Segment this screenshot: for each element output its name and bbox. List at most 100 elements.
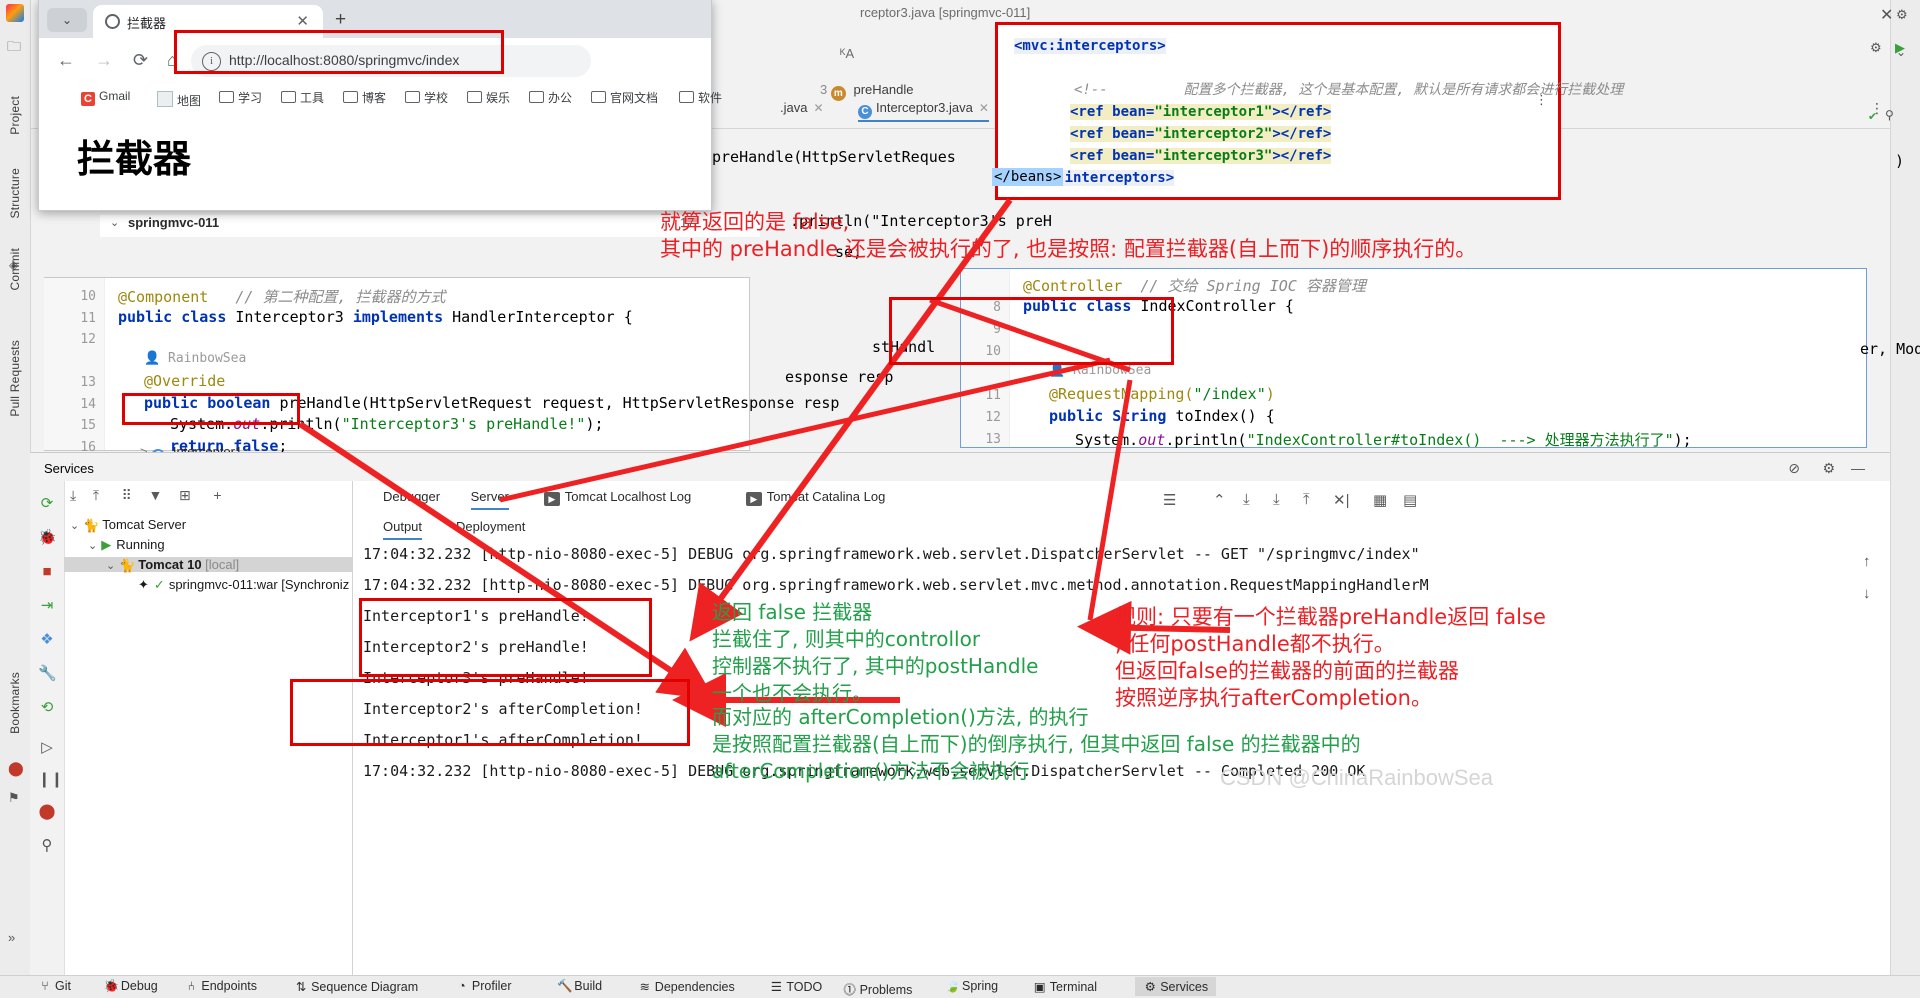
new-tab-button[interactable]: + [335,9,346,31]
debug-icon[interactable]: 🐞 [38,529,57,547]
soft-wrap-icon[interactable]: ☰ [1163,491,1176,509]
stray-code-fragment: esponse resp [785,368,894,386]
rerun-icon[interactable]: ⟳ [38,495,56,513]
code-token: HandlerInterceptor { [452,307,633,326]
code-token: @RequestMapping( [1049,385,1194,403]
bookmark-5[interactable]: 博客 [343,89,386,106]
services-tree-item[interactable]: ⌄ 🐈 Tomcat Server [70,517,186,533]
sidebar-item-bookmarks[interactable]: Bookmarks [8,672,22,734]
sidebar-item-structure[interactable]: Structure [8,168,22,219]
sub-tab-deployment[interactable]: Deployment [456,519,525,534]
more-chevrons-icon[interactable]: » [8,930,15,945]
record-icon[interactable]: ⬤ [38,803,56,821]
status-bar-item-spring[interactable]: 🍃Spring [945,979,998,994]
status-bar-item-dependencies[interactable]: ≋ Dependencies [638,979,735,994]
chevron-down-icon[interactable]: ⌄ [88,540,97,552]
group-icon[interactable]: ⠿ [122,487,132,504]
bookmark-8[interactable]: 办公 [529,89,572,106]
services-tree-item[interactable]: ⌄ 🐈 Tomcat 10 [local] [64,557,392,573]
status-bar-item-problems[interactable]: ⓵ Problems [843,979,912,998]
xml-line: <mvc:interceptors> [1014,35,1623,57]
close-icon[interactable]: ✕ [813,101,823,115]
clear-icon[interactable]: ✕| [1333,491,1349,509]
pause-icon[interactable]: ❙❙ [38,771,63,789]
project-node-label[interactable]: springmvc-011 [128,215,219,230]
code-line: System.out.println("IndexController#toIn… [1075,429,1692,450]
add-tab-icon[interactable]: ⊞ [179,487,191,504]
close-icon[interactable]: ✕ [296,12,309,30]
filter-icon[interactable]: ▼ [149,487,163,503]
run-tab-tomcat-catalina-log[interactable]: ▶ Tomcat Catalina Log [745,489,885,506]
bookmark-3[interactable]: 学习 [219,89,262,106]
run-tab-tomcat-localhost-log[interactable]: ▶ Tomcat Localhost Log [543,489,691,506]
sub-tab-output[interactable]: Output [383,519,423,540]
sidebar-item-project[interactable]: Project [8,96,22,135]
sidebar-item-commit[interactable]: Commit [8,248,22,291]
status-bar-item-profiler[interactable]: ◔ Profiler [455,979,511,993]
status-bar-item-git[interactable]: ⑂ Git [38,979,71,993]
sidebar-item-pull-requests[interactable]: Pull Requests [8,340,22,417]
status-bar-item-services[interactable]: ⚙ Services [1135,977,1217,996]
wrench-icon[interactable]: 🔧 [38,665,57,683]
deploy-icon[interactable]: ⇥ [38,597,56,615]
window-close-icon[interactable]: ✕ [1880,5,1893,25]
tab-search-chevron-icon[interactable]: ⌄ [47,8,87,32]
status-bar-item-debug[interactable]: 🐞Debug [104,979,158,994]
status-bar-label: Debug [120,979,158,993]
bookmark-7[interactable]: 娱乐 [467,89,510,106]
status-bar-item-endpoints[interactable]: ⑃ Endpoints [184,979,257,993]
gear-icon[interactable]: ⚙ [1896,7,1908,23]
bookmark-2[interactable]: 地图 [157,89,201,109]
status-bar-item-todo[interactable]: ☰ TODO [769,979,823,994]
chevron-down-icon[interactable]: ⌄ [70,520,79,532]
diamond-icon[interactable]: ❖ [38,631,56,649]
play-icon[interactable]: ▷ [38,739,56,757]
xml-overflow-icon[interactable]: ⋮ [1535,92,1548,108]
settings-gear-icon[interactable]: ⚙ [1870,40,1882,56]
forward-button[interactable]: → [95,50,113,71]
bookmark-1[interactable]: C Gmail [81,89,130,106]
close-icon[interactable]: ✕ [979,101,989,115]
run-tab-server[interactable]: Server [470,489,509,510]
services-tree-item[interactable]: ⌄ ▶ Running [70,537,165,553]
download-icon[interactable]: ⤓ [1273,491,1280,508]
back-button[interactable]: ← [57,50,75,71]
list-icon[interactable]: ▤ [1403,491,1417,509]
code-token: .println( [1165,431,1247,449]
gear-icon[interactable]: ⚙ [1822,460,1835,477]
file-tab-java[interactable]: .java ✕ [780,100,824,115]
minimize-icon[interactable]: — [1851,460,1865,476]
tab-overflow-icon[interactable]: ⋮ [1870,100,1884,117]
chevron-down-icon[interactable]: ⌄ [110,216,119,229]
chevron-down-icon[interactable]: ⌄ [106,560,115,572]
upload-icon[interactable]: ⤒ [1303,491,1310,508]
bookmark-9[interactable]: 官网文档 [591,89,658,106]
status-bar-item-build[interactable]: 🔨Build [557,979,602,994]
console-line: 17:04:32.232 [http-nio-8080-exec-5] DEBU… [363,545,1420,563]
scroll-to-bottom-icon[interactable]: ↓ [1863,585,1871,602]
stop-icon[interactable]: ■ [38,563,56,581]
table-icon[interactable]: ▦ [1373,491,1387,509]
pin-icon[interactable]: ⚲ [38,837,56,855]
bookmark-4[interactable]: 工具 [281,89,324,106]
expand-all-icon[interactable]: ⤓ [70,487,76,504]
help-icon[interactable]: ⊘ [1788,460,1800,477]
file-tab-interceptor3[interactable]: C Interceptor3.java ✕ [858,100,989,122]
run-icon[interactable]: ▶ [1895,40,1905,56]
restart-icon[interactable]: ⟲ [38,699,56,717]
run-tab-debugger[interactable]: Debugger [383,489,440,504]
status-bar-item-sequence-diagram[interactable]: ⇅ Sequence Diagram [294,979,418,994]
map-icon [157,91,173,107]
reload-button[interactable]: ⟳ [133,50,148,71]
bookmark-label: 地图 [177,94,202,108]
bookmark-6[interactable]: 学校 [405,89,448,106]
collapse-all-icon[interactable]: ⤒ [93,487,99,504]
plus-icon[interactable]: + [213,487,221,503]
scroll-up-icon[interactable]: ⌃ [1213,491,1226,509]
line-number: 11 [985,388,1001,403]
scroll-down-icon[interactable]: ⤓ [1243,491,1250,508]
services-tree-item[interactable]: ✦ ✓ springmvc-011:war [Synchroniz [70,577,349,593]
bookmark-10[interactable]: 软件 [679,89,722,106]
scroll-to-top-icon[interactable]: ↑ [1863,553,1871,570]
status-bar-item-terminal[interactable]: ▣ Terminal [1033,979,1097,994]
